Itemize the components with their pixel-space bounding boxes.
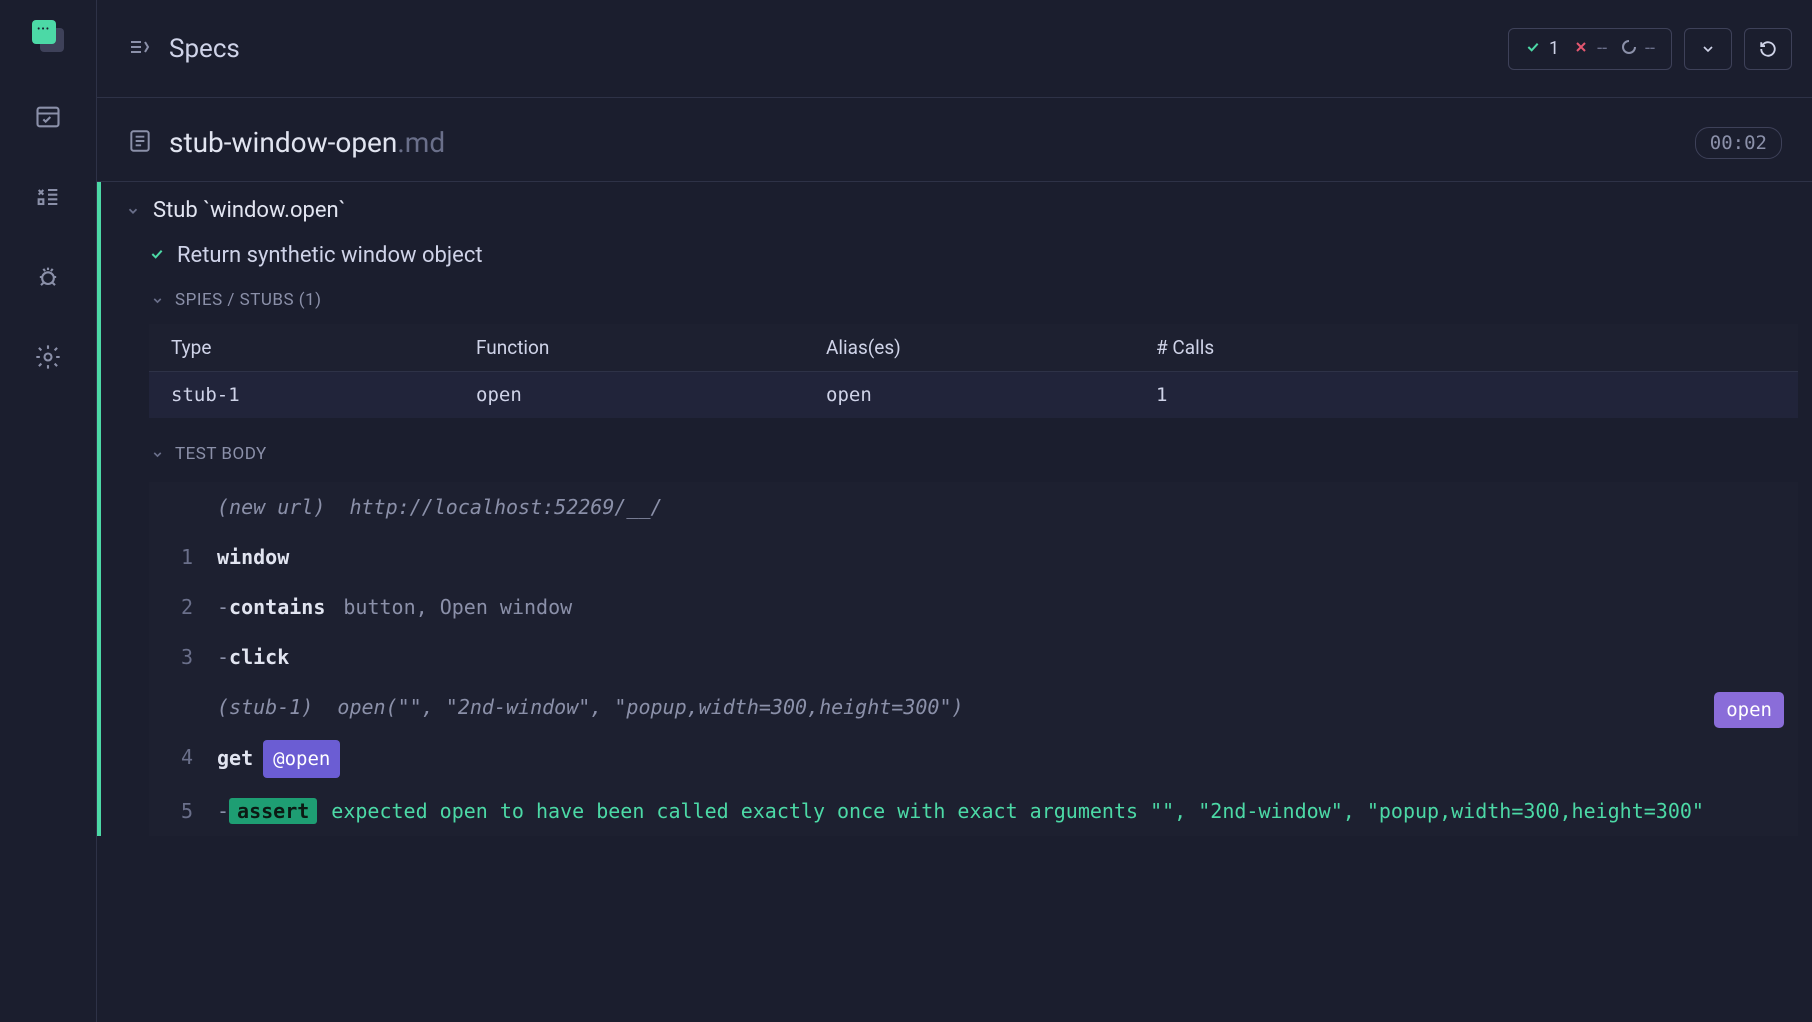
cell-calls: 1 [1156,384,1776,406]
col-header-alias: Alias(es) [826,336,1156,359]
chevron-down-icon [149,292,165,308]
run-timer: 00:02 [1695,127,1782,159]
pending-count: -- [1645,38,1655,59]
debug-tab-icon[interactable] [33,262,63,292]
stubs-table: Type Function Alias(es) # Calls stub-1 o… [149,324,1798,418]
event-label: (stub-1) [217,695,313,719]
col-header-calls: # Calls [1156,336,1776,359]
settings-tab-icon[interactable] [33,342,63,372]
test-title: Return synthetic window object [177,243,483,268]
col-header-type: Type [171,336,476,359]
test-block: Stub `window.open` Return synthetic wind… [97,182,1812,836]
file-header: stub-window-open.md 00:02 [97,98,1812,182]
topbar: Specs 1 -- -- [97,0,1812,98]
log-command-assert[interactable]: 5 -assertexpected open to have been call… [149,786,1798,836]
run-stats: 1 -- -- [1508,28,1672,70]
runs-tab-icon[interactable] [33,182,63,212]
viewport-dropdown[interactable] [1684,28,1732,70]
command-args: button, Open window [343,590,572,624]
log-command[interactable]: 1 window [149,532,1798,582]
table-row[interactable]: stub-1 open open 1 [149,371,1798,418]
main-panel: Specs 1 -- -- [97,0,1812,1022]
testbody-section-header[interactable]: TEST BODY [101,432,1812,474]
col-header-function: Function [476,336,826,359]
line-number: 5 [169,794,217,828]
testbody-section-label: TEST BODY [175,444,267,464]
event-value: http://localhost:52269/__/ [349,495,662,519]
alias-badge: @open [263,740,340,778]
spies-section-header[interactable]: SPIES / STUBS (1) [101,278,1812,320]
command-log: (new url) http://localhost:52269/__/ 1 w… [149,482,1798,836]
chevron-down-icon [149,446,165,462]
assert-badge: assert [229,798,317,824]
suite-row[interactable]: Stub `window.open` [101,182,1812,233]
pending-icon [1621,39,1637,59]
content-area: stub-window-open.md 00:02 Stub `window.o… [97,98,1812,1022]
table-header-row: Type Function Alias(es) # Calls [149,324,1798,371]
line-number: 1 [169,540,217,574]
test-row[interactable]: Return synthetic window object [101,233,1812,278]
cell-function: open [476,384,826,406]
page-title: Specs [169,34,240,64]
event-value: open("", "2nd-window", "popup,width=300,… [337,695,963,719]
alias-pill: open [1714,692,1784,728]
sidebar: ••• [0,0,97,1022]
line-number: 4 [169,740,217,774]
assert-message: expected open to have been called exactl… [331,799,1704,823]
command-name: window [217,540,289,574]
log-command[interactable]: 3 -click [149,632,1798,682]
line-number: 3 [169,640,217,674]
command-name: click [229,640,289,674]
file-icon [127,128,153,158]
passed-count: 1 [1549,38,1559,59]
spies-section-label: SPIES / STUBS (1) [175,290,322,310]
check-icon [149,246,165,266]
log-command[interactable]: 4 get @open [149,732,1798,786]
log-command[interactable]: 2 -contains button, Open window [149,582,1798,632]
log-event-newurl[interactable]: (new url) http://localhost:52269/__/ [149,482,1798,532]
rerun-button[interactable] [1744,28,1792,70]
failed-icon [1573,39,1589,59]
chevron-down-icon [125,203,141,219]
app-logo: ••• [32,20,64,52]
cell-type: stub-1 [171,384,476,406]
command-name: contains [229,590,325,624]
specs-breadcrumb-icon [127,35,151,63]
file-name: stub-window-open [169,126,397,159]
log-event-stub[interactable]: (stub-1) open("", "2nd-window", "popup,w… [149,682,1798,732]
command-name: get [217,741,253,775]
event-label: (new url) [217,495,325,519]
file-extension: .md [397,126,445,159]
line-number: 2 [169,590,217,624]
passed-icon [1525,39,1541,59]
failed-count: -- [1597,38,1607,59]
cell-alias: open [826,384,1156,406]
specs-tab-icon[interactable] [33,102,63,132]
suite-title: Stub `window.open` [153,198,346,223]
